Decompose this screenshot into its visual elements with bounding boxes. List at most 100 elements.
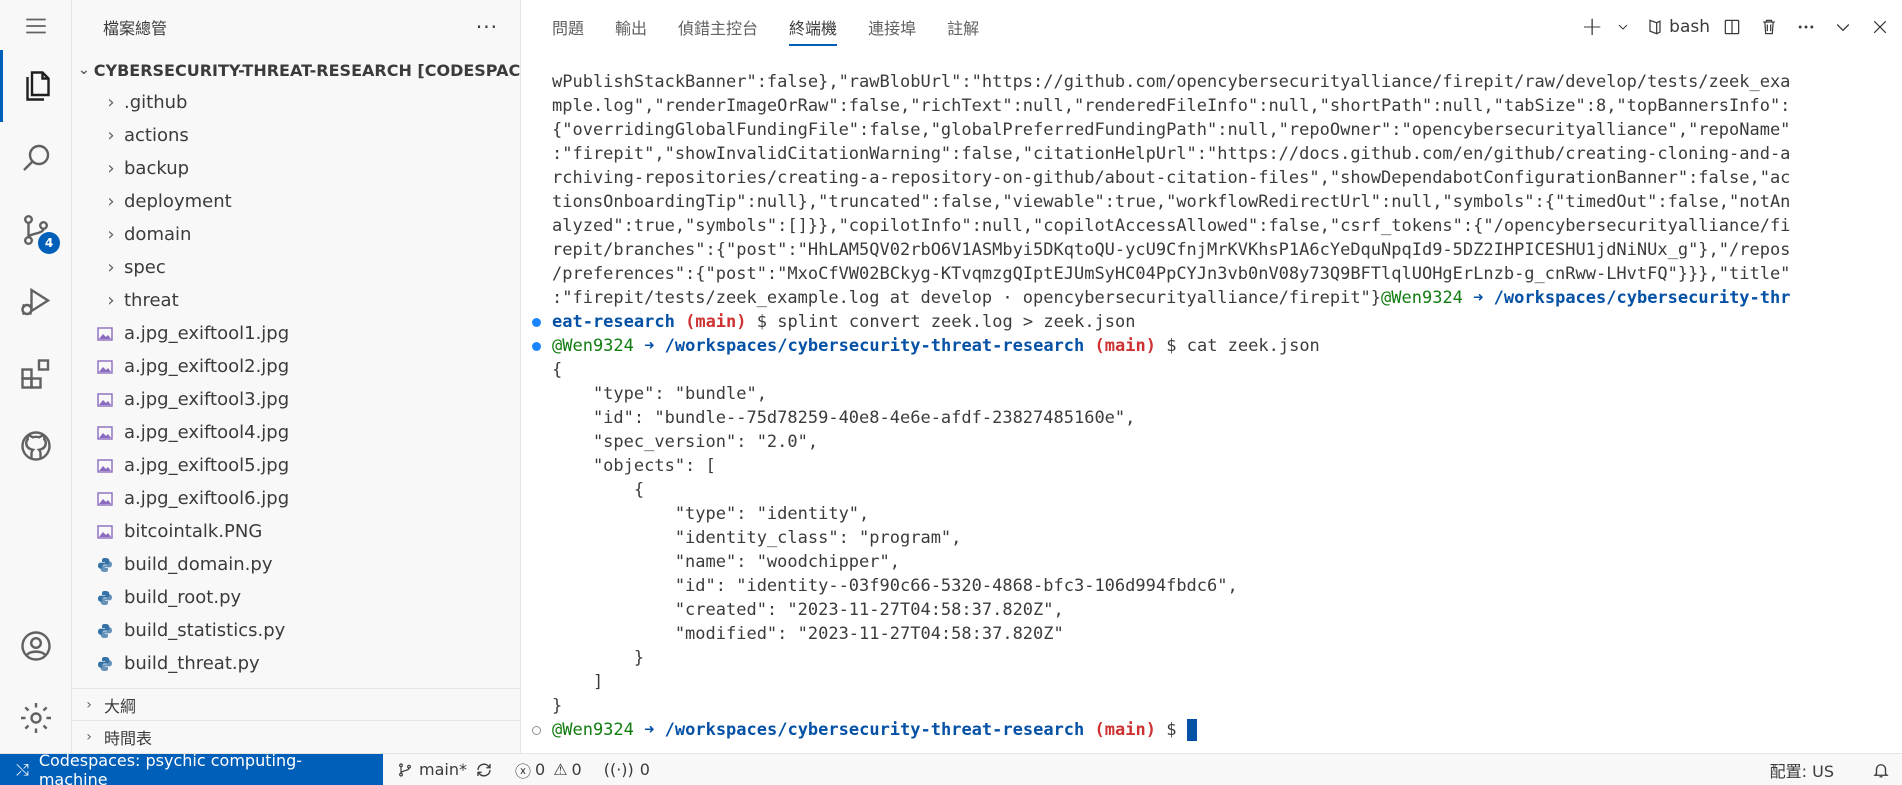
tab-output[interactable]: 輸出 bbox=[615, 0, 647, 54]
tree-file[interactable]: a.jpg_exiftool3.jpg bbox=[72, 383, 520, 416]
prompt-dollar: $ bbox=[1166, 720, 1177, 740]
more-panel-actions[interactable] bbox=[1791, 12, 1821, 42]
account-icon bbox=[21, 631, 51, 661]
terminal-output-line: :"firepit","showInvalidCitationWarning":… bbox=[552, 144, 1791, 164]
json-output-line: "created": "2023-11-27T04:58:37.820Z", bbox=[552, 600, 1064, 620]
maximize-panel-button[interactable] bbox=[1828, 12, 1858, 42]
image-icon bbox=[94, 457, 116, 475]
tree-file[interactable]: a.jpg_exiftool5.jpg bbox=[72, 449, 520, 482]
tree-folder[interactable]: › domain bbox=[72, 218, 520, 251]
accounts-activity[interactable] bbox=[0, 610, 72, 682]
notifications-button[interactable] bbox=[1872, 761, 1890, 779]
tree-file[interactable]: build_threat.py bbox=[72, 647, 520, 680]
status-bar: ⤭ Codespaces: psychic computing-machine … bbox=[0, 751, 1902, 785]
python-icon bbox=[94, 622, 116, 640]
terminal-cursor[interactable] bbox=[1186, 719, 1197, 741]
explorer-activity[interactable] bbox=[0, 50, 72, 122]
keyboard-layout[interactable]: 配置: US bbox=[1770, 758, 1834, 782]
ports-indicator[interactable]: ((·)) 0 bbox=[604, 760, 650, 779]
extensions-icon bbox=[21, 359, 50, 389]
folder-label: .github bbox=[124, 92, 188, 113]
prompt-branch-open: ( bbox=[1094, 336, 1105, 356]
terminal-shell-selector[interactable]: bash bbox=[1645, 12, 1710, 42]
terminal-profile-dropdown[interactable] bbox=[1608, 12, 1638, 42]
tab-ports[interactable]: 連接埠 bbox=[868, 0, 916, 54]
tab-comments[interactable]: 註解 bbox=[947, 0, 979, 54]
chevron-right-icon: › bbox=[107, 92, 115, 113]
timeline-label: 時間表 bbox=[104, 729, 153, 748]
tree-file[interactable]: build_statistics.py bbox=[72, 614, 520, 647]
tree-file[interactable]: build_root.py bbox=[72, 581, 520, 614]
tree-file[interactable]: a.jpg_exiftool6.jpg bbox=[72, 482, 520, 515]
error-count: 0 bbox=[535, 760, 546, 779]
search-activity[interactable] bbox=[0, 122, 72, 194]
branch-label: main* bbox=[419, 760, 467, 779]
split-terminal-button[interactable] bbox=[1717, 12, 1747, 42]
file-tree: › .github › actions › backup › deployment › d… bbox=[72, 86, 520, 680]
chevron-right-icon: › bbox=[107, 224, 115, 245]
tab-problems[interactable]: 問題 bbox=[552, 0, 584, 54]
prompt-arrow: ➜ bbox=[644, 720, 655, 740]
problems-indicator[interactable]: ⓧ 0 ⚠ 0 bbox=[515, 758, 582, 782]
tree-file[interactable]: a.jpg_exiftool4.jpg bbox=[72, 416, 520, 449]
terminal-view[interactable]: wPublishStackBanner":false},"rawBlobUrl"… bbox=[521, 70, 1902, 753]
file-label: bitcointalk.PNG bbox=[124, 521, 263, 542]
hamburger-icon bbox=[26, 18, 46, 34]
tree-folder[interactable]: › spec bbox=[72, 251, 520, 284]
file-label: a.jpg_exiftool1.jpg bbox=[124, 323, 290, 344]
tree-folder[interactable]: › backup bbox=[72, 152, 520, 185]
tree-file[interactable]: a.jpg_exiftool1.jpg bbox=[72, 317, 520, 350]
status-right: 配置: US bbox=[1756, 754, 1902, 785]
terminal-prompt-line: @Wen9324 ➜ /workspaces/cybersecurity-thr… bbox=[552, 718, 1197, 742]
file-label: build_statistics.py bbox=[124, 620, 286, 641]
chevron-right-icon: › bbox=[107, 191, 115, 212]
tab-debug-console[interactable]: 偵錯主控台 bbox=[678, 0, 758, 54]
prompt-branch: main bbox=[695, 312, 737, 332]
files-icon bbox=[25, 71, 50, 101]
output-text: :"firepit/tests/zeek_example.log at deve… bbox=[552, 288, 1382, 308]
prompt-arrow: ➜ bbox=[644, 336, 655, 356]
manage-activity[interactable] bbox=[0, 682, 72, 754]
workspace-root[interactable]: ⌄ CYBERSECURITY-THREAT-RESEARCH [CODESPA… bbox=[72, 54, 520, 86]
prompt-arrow: ➜ bbox=[1473, 288, 1484, 308]
prompt-dollar: $ bbox=[756, 312, 768, 332]
tree-folder[interactable]: › threat bbox=[72, 284, 520, 317]
command-text: splint convert zeek.log > zeek.json bbox=[777, 312, 1136, 332]
new-terminal-button[interactable]: + bbox=[1577, 12, 1607, 42]
run-debug-activity[interactable] bbox=[0, 266, 72, 338]
kill-terminal-button[interactable] bbox=[1754, 12, 1784, 42]
json-output-line: "spec_version": "2.0", bbox=[552, 432, 819, 452]
tree-folder[interactable]: › .github bbox=[72, 86, 520, 119]
warning-count: 0 bbox=[571, 760, 582, 779]
command-decoration[interactable] bbox=[532, 318, 541, 327]
timeline-section[interactable]: › 時間表 bbox=[72, 720, 520, 753]
shell-name: bash bbox=[1669, 17, 1710, 37]
command-decoration[interactable] bbox=[532, 342, 541, 351]
prompt-branch-close: ) bbox=[1145, 720, 1156, 740]
command-decoration[interactable] bbox=[532, 726, 541, 735]
menu-button[interactable] bbox=[0, 0, 72, 52]
more-actions-button[interactable]: ··· bbox=[476, 15, 498, 39]
terminal-output-line: tionsOnboardingTip":null},"truncated":fa… bbox=[552, 192, 1791, 212]
json-output-line: ] bbox=[552, 672, 604, 692]
tree-folder[interactable]: › actions bbox=[72, 119, 520, 152]
branch-indicator[interactable]: main* bbox=[397, 760, 467, 779]
tab-terminal[interactable]: 終端機 bbox=[789, 0, 838, 54]
tree-file[interactable]: bitcointalk.PNG bbox=[72, 515, 520, 548]
folder-label: domain bbox=[124, 224, 192, 245]
tree-folder[interactable]: › deployment bbox=[72, 185, 520, 218]
remote-indicator[interactable]: ⤭ Codespaces: psychic computing-machine bbox=[0, 751, 383, 785]
close-panel-button[interactable] bbox=[1865, 12, 1895, 42]
tree-file[interactable]: build_domain.py bbox=[72, 548, 520, 581]
sync-button[interactable] bbox=[475, 761, 493, 779]
panel-actions: + bash bbox=[1577, 0, 1902, 54]
tree-file[interactable]: a.jpg_exiftool2.jpg bbox=[72, 350, 520, 383]
prompt-path: /workspaces/cybersecurity-threat-researc… bbox=[664, 720, 1085, 740]
source-control-activity[interactable]: 4 bbox=[0, 194, 72, 266]
json-output-line: { bbox=[552, 360, 563, 380]
github-activity[interactable] bbox=[0, 410, 72, 482]
extensions-activity[interactable] bbox=[0, 338, 72, 410]
remote-icon: ⤭ bbox=[16, 759, 29, 779]
prompt-dollar: $ bbox=[1166, 336, 1177, 356]
outline-section[interactable]: › 大綱 bbox=[72, 688, 520, 721]
